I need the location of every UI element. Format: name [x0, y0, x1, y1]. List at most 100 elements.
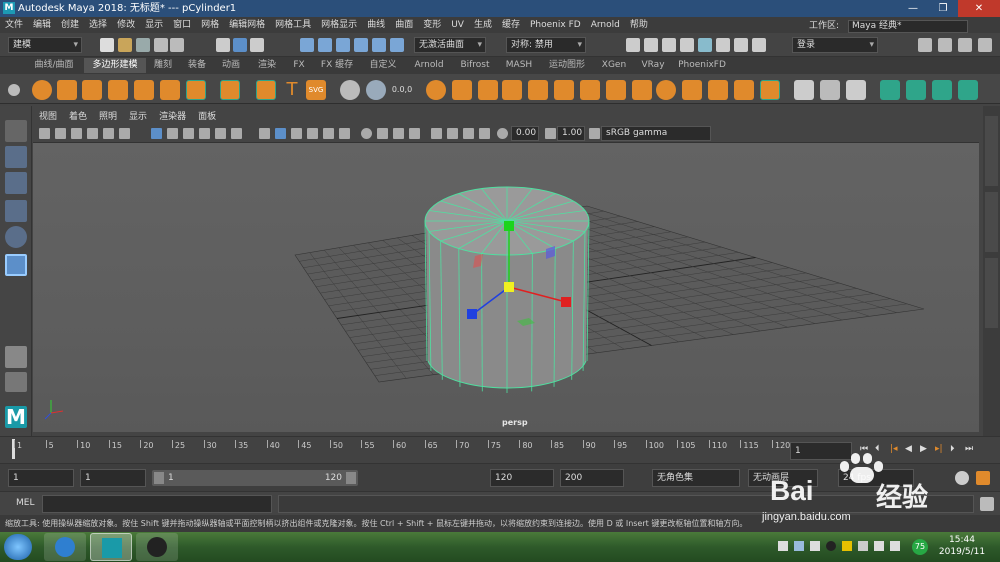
lasso-tool-icon[interactable]	[5, 146, 27, 168]
mel-label[interactable]: MEL	[16, 498, 34, 508]
create-polygon-icon[interactable]	[734, 80, 754, 100]
y-axis-handle[interactable]	[504, 221, 514, 231]
maya-taskbar-icon[interactable]	[90, 533, 132, 561]
poly-disc-icon[interactable]	[186, 80, 206, 100]
use-all-lights-icon[interactable]	[323, 128, 334, 139]
save-scene-icon[interactable]	[136, 38, 150, 52]
menu-select[interactable]: 选择	[84, 17, 112, 33]
platonic-solid-icon[interactable]	[220, 80, 240, 100]
shelf-tab-rendering[interactable]: 渲染	[250, 58, 284, 73]
x-axis-handle[interactable]	[561, 297, 571, 307]
resolution-gate-icon[interactable]	[183, 128, 194, 139]
super-shape-icon[interactable]	[256, 80, 276, 100]
tray-network-icon[interactable]	[794, 541, 804, 551]
snap-grid-icon[interactable]	[300, 38, 314, 52]
menu-deform[interactable]: 变形	[418, 17, 446, 33]
shelf-tab-fx[interactable]: FX	[286, 58, 312, 73]
poly-plane-icon[interactable]	[160, 80, 180, 100]
gamma-field[interactable]: 1.00	[557, 126, 585, 141]
exposure-field[interactable]: 0.00	[511, 126, 539, 141]
automatic-map-icon[interactable]	[958, 80, 978, 100]
separate-icon[interactable]	[366, 80, 386, 100]
security-badge[interactable]: 75	[912, 539, 928, 555]
shelf-tab-fx-caching[interactable]: FX 缓存	[316, 58, 358, 73]
field-chart-icon[interactable]	[215, 128, 226, 139]
camera-attributes-icon[interactable]	[55, 128, 66, 139]
shelf-tab-phoenixfd[interactable]: PhoenixFD	[674, 58, 730, 73]
render-view-icon[interactable]	[698, 38, 712, 52]
attribute-editor-icon[interactable]	[938, 38, 952, 52]
taskbar-clock[interactable]: 15:44 2019/5/11	[936, 534, 988, 558]
menu-create[interactable]: 创建	[56, 17, 84, 33]
tray-volume-icon[interactable]	[890, 541, 900, 551]
sculpt-brush-icon[interactable]	[846, 80, 866, 100]
anim-start-field[interactable]: 1	[80, 469, 146, 487]
slide-edge-icon[interactable]	[820, 80, 840, 100]
uv-editor-icon[interactable]	[880, 80, 900, 100]
menu-mesh-display[interactable]: 网格显示	[316, 17, 362, 33]
start-time-field[interactable]: 1	[8, 469, 74, 487]
panel-menu-show[interactable]: 显示	[123, 110, 153, 125]
multi-cut-icon[interactable]	[606, 80, 626, 100]
menu-modify[interactable]: 修改	[112, 17, 140, 33]
menu-windows[interactable]: 窗口	[168, 17, 196, 33]
bevel-icon[interactable]	[528, 80, 548, 100]
live-surface-field[interactable]: 无激活曲面	[414, 37, 486, 53]
poke-face-icon[interactable]	[760, 80, 780, 100]
tray-input-icon[interactable]	[810, 541, 820, 551]
panel-menu-panels[interactable]: 面板	[192, 110, 222, 125]
pause-render-icon[interactable]	[734, 38, 748, 52]
tool-settings-icon[interactable]	[958, 38, 972, 52]
bookmark-icon[interactable]	[71, 128, 82, 139]
qq-taskbar-icon[interactable]	[136, 533, 178, 561]
select-tool-icon[interactable]	[5, 120, 27, 142]
close-button[interactable]: ✕	[958, 0, 1000, 17]
smooth-icon[interactable]	[426, 80, 446, 100]
menu-uv[interactable]: UV	[446, 17, 469, 33]
select-by-object-icon[interactable]	[233, 38, 247, 52]
menu-file[interactable]: 文件	[0, 17, 28, 33]
insert-edge-loop-icon[interactable]	[632, 80, 652, 100]
poly-type-icon[interactable]: T	[282, 80, 302, 100]
start-orb-icon[interactable]	[4, 534, 32, 560]
end-time-field[interactable]: 200	[560, 469, 624, 487]
anim-end-field[interactable]: 120	[490, 469, 554, 487]
poly-cube-icon[interactable]	[57, 80, 77, 100]
undo-icon[interactable]	[154, 38, 168, 52]
safe-action-icon[interactable]	[231, 128, 242, 139]
bridge-icon[interactable]	[478, 80, 498, 100]
append-polygon-icon[interactable]	[708, 80, 728, 100]
poly-cylinder-icon[interactable]	[82, 80, 102, 100]
panel-menu-view[interactable]: 视图	[33, 110, 63, 125]
four-view-layout-icon[interactable]	[5, 372, 27, 392]
planar-map-icon[interactable]	[906, 80, 926, 100]
merge-icon[interactable]	[580, 80, 600, 100]
tray-flag-icon[interactable]	[874, 541, 884, 551]
center-handle[interactable]	[504, 282, 514, 292]
attribute-editor-tab[interactable]	[985, 116, 998, 186]
shelf-tab-custom[interactable]: 自定义	[362, 58, 404, 73]
xray-active-icon[interactable]	[479, 128, 490, 139]
range-end-handle[interactable]	[346, 472, 356, 484]
menu-generate[interactable]: 生成	[469, 17, 497, 33]
mode-dropdown[interactable]: 建模	[8, 37, 82, 53]
motion-blur-icon[interactable]	[377, 128, 388, 139]
shelf-tab-rigging[interactable]: 装备	[182, 58, 212, 73]
menu-surfaces[interactable]: 曲面	[390, 17, 418, 33]
menu-mesh-tools[interactable]: 网格工具	[270, 17, 316, 33]
single-perspective-layout-icon[interactable]	[5, 346, 27, 368]
range-start-handle[interactable]	[154, 472, 164, 484]
move-tool-icon[interactable]	[5, 200, 27, 222]
shelf-tab-animation[interactable]: 动画	[216, 58, 246, 73]
image-plane-icon[interactable]	[87, 128, 98, 139]
film-gate-icon[interactable]	[167, 128, 178, 139]
command-input[interactable]	[42, 495, 272, 513]
redo-icon[interactable]	[170, 38, 184, 52]
fill-hole-icon[interactable]	[554, 80, 574, 100]
modeling-toolkit-icon[interactable]	[918, 38, 932, 52]
select-camera-icon[interactable]	[39, 128, 50, 139]
shelf-tab-curves-surfaces[interactable]: 曲线/曲面	[28, 58, 80, 73]
target-weld-icon[interactable]	[656, 80, 676, 100]
cylindrical-map-icon[interactable]	[932, 80, 952, 100]
wireframe-icon[interactable]	[259, 128, 270, 139]
